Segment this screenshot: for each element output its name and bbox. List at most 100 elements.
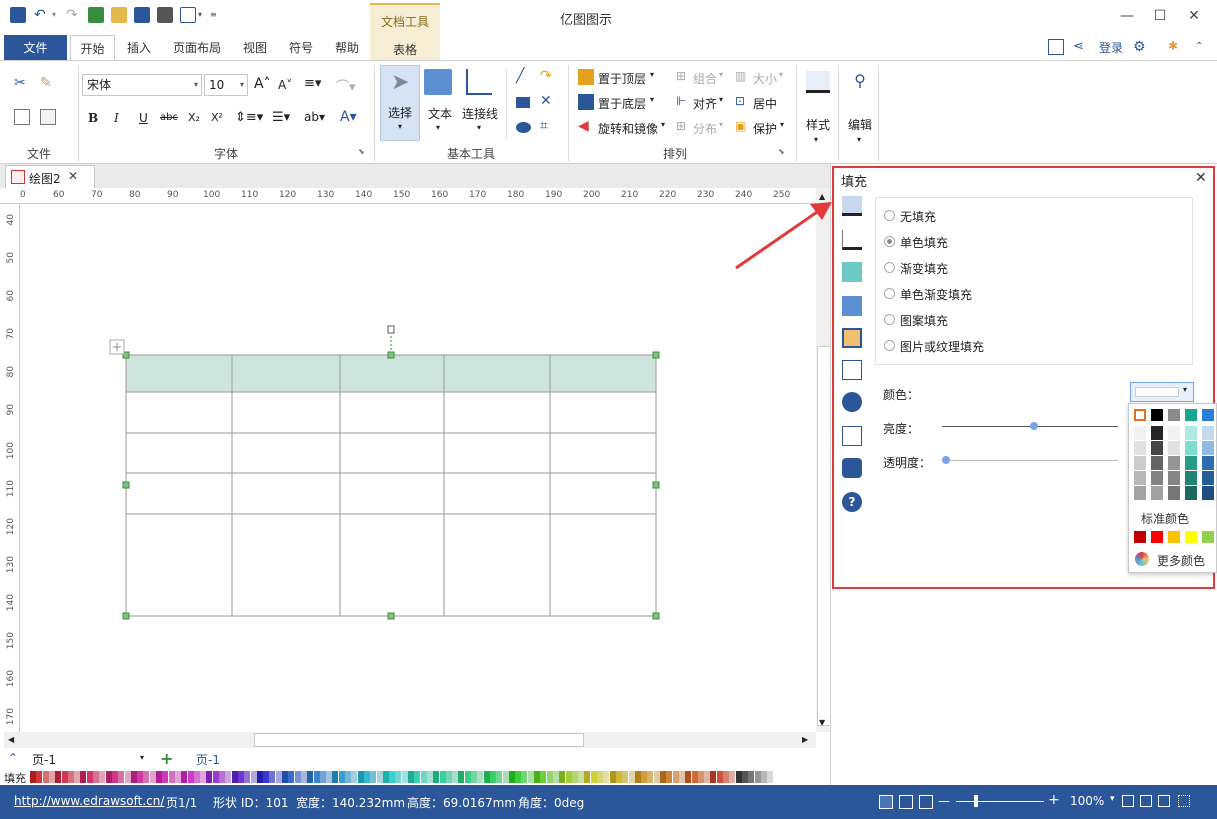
tab-symbols[interactable]: 符号 — [280, 35, 322, 61]
size-button[interactable]: 大小 — [753, 70, 777, 87]
rectangle-tool-icon[interactable] — [516, 97, 530, 108]
text-tool-label[interactable]: 文本 — [428, 105, 452, 122]
palette-swatch[interactable] — [672, 771, 679, 783]
current-page-tab[interactable]: 页-1 — [196, 751, 220, 768]
grow-font-icon[interactable]: A˄ — [254, 76, 271, 92]
palette-swatch[interactable] — [263, 771, 270, 783]
palette-swatch[interactable] — [93, 771, 99, 783]
close-tab-icon[interactable]: ✕ — [68, 169, 78, 183]
palette-swatch[interactable] — [395, 771, 402, 783]
palette-swatch[interactable] — [67, 771, 74, 783]
option-picture-fill[interactable]: 图片或纹理填充 — [900, 338, 984, 355]
align-button[interactable]: 对齐 — [693, 95, 717, 112]
shade-swatch[interactable] — [1185, 456, 1197, 470]
palette-swatch[interactable] — [685, 771, 692, 783]
palette-swatch[interactable] — [433, 771, 440, 783]
palette-swatch[interactable] — [609, 771, 616, 783]
vertical-scroll-thumb[interactable] — [817, 346, 831, 726]
document-tab[interactable]: 绘图2 ✕ — [5, 165, 95, 189]
palette-swatch[interactable] — [187, 771, 194, 783]
share-screen-icon[interactable] — [1048, 39, 1064, 55]
palette-swatch[interactable] — [256, 771, 263, 783]
palette-swatch[interactable] — [143, 771, 150, 783]
close-window-button[interactable]: ✕ — [1183, 6, 1205, 26]
palette-swatch[interactable] — [351, 771, 358, 783]
send-back-dropdown-icon[interactable]: ▾ — [650, 95, 654, 104]
lock-icon[interactable]: ▣ — [735, 119, 746, 133]
crop-tool-icon[interactable]: ⌗ — [540, 118, 548, 134]
palette-swatch[interactable] — [275, 771, 282, 783]
edit-button[interactable]: 编辑 — [848, 116, 872, 133]
palette-swatch[interactable] — [691, 771, 698, 783]
shade-swatch[interactable] — [1168, 471, 1180, 485]
line-tool-icon[interactable]: ╱ — [516, 68, 524, 84]
strikethrough-icon[interactable]: abc — [160, 112, 178, 123]
style-button[interactable]: 样式 — [806, 116, 830, 133]
option-single-gradient-fill[interactable]: 单色渐变填充 — [900, 286, 972, 303]
palette-swatch[interactable] — [174, 771, 181, 783]
shade-swatch[interactable] — [1151, 486, 1163, 500]
distribute-button[interactable]: 分布 — [693, 120, 717, 137]
page-view-icon[interactable] — [899, 795, 913, 809]
connector-tool-label[interactable]: 连接线 — [462, 105, 498, 122]
fill-icon[interactable] — [842, 196, 862, 216]
palette-swatch[interactable] — [111, 771, 118, 783]
tab-page-layout[interactable]: 页面布局 — [165, 35, 229, 61]
palette-swatch[interactable] — [326, 771, 333, 783]
palette-swatch[interactable] — [552, 771, 559, 783]
palette-swatch[interactable] — [200, 771, 207, 783]
distribute-dropdown-icon[interactable]: ▾ — [719, 120, 723, 129]
palette-swatch[interactable] — [559, 771, 566, 783]
distribute-icon[interactable]: ⊞ — [676, 119, 686, 133]
palette-swatch[interactable] — [597, 771, 603, 783]
shade-swatch[interactable] — [1185, 426, 1197, 440]
login-link[interactable]: 登录 — [1096, 35, 1126, 61]
scroll-left-icon[interactable]: ◀ — [8, 735, 14, 744]
font-dialog-launcher-icon[interactable]: ⬊ — [358, 147, 365, 156]
option-solid-fill[interactable]: 单色填充 — [900, 234, 948, 251]
transparency-slider[interactable] — [942, 460, 1118, 461]
palette-swatch[interactable] — [36, 771, 43, 783]
presentation-view-icon[interactable] — [919, 795, 933, 809]
palette-swatch[interactable] — [660, 771, 666, 783]
zoom-slider-knob[interactable] — [974, 795, 978, 807]
palette-swatch[interactable] — [496, 771, 503, 783]
size-dropdown-icon[interactable]: ▾ — [779, 70, 783, 79]
palette-swatch[interactable] — [534, 771, 540, 783]
palette-swatch[interactable] — [74, 771, 81, 783]
palette-swatch[interactable] — [168, 771, 175, 783]
swatch-dark-red[interactable] — [1134, 531, 1146, 543]
shade-swatch[interactable] — [1151, 426, 1163, 440]
palette-swatch[interactable] — [426, 771, 433, 783]
palette-swatch[interactable] — [212, 771, 219, 783]
bring-front-button[interactable]: 置于顶层 — [598, 70, 646, 87]
palette-swatch[interactable] — [300, 771, 307, 783]
bring-front-dropdown-icon[interactable]: ▾ — [650, 70, 654, 79]
palette-swatch[interactable] — [735, 771, 742, 783]
palette-swatch[interactable] — [546, 771, 553, 783]
tab-help[interactable]: 帮助 — [326, 35, 368, 61]
palette-swatch[interactable] — [244, 771, 251, 783]
swatch-blue[interactable] — [1202, 409, 1214, 421]
palette-swatch[interactable] — [502, 771, 509, 783]
rotate-mirror-button[interactable]: 旋转和镜像 — [598, 120, 658, 137]
scroll-right-icon[interactable]: ▶ — [802, 735, 808, 744]
swatch-teal[interactable] — [1185, 409, 1197, 421]
swatch-red[interactable] — [1151, 531, 1163, 543]
format-painter-icon[interactable]: ✎ — [40, 75, 56, 91]
swatch-orange[interactable] — [1168, 531, 1180, 543]
radio-no-fill[interactable] — [884, 210, 895, 221]
group-icon[interactable]: ⊞ — [676, 69, 686, 83]
undo-icon[interactable]: ↶ — [34, 7, 50, 23]
shrink-font-icon[interactable]: A˅ — [278, 78, 292, 92]
fit-page-icon[interactable] — [1122, 795, 1134, 807]
collapse-ribbon-icon[interactable]: ⌃ — [1195, 39, 1211, 55]
arc-tool-icon[interactable]: ↷ — [540, 68, 552, 84]
shade-swatch[interactable] — [1168, 456, 1180, 470]
palette-swatch[interactable] — [389, 771, 396, 783]
palette-swatch[interactable] — [357, 771, 364, 783]
rotate-dropdown-icon[interactable]: ▾ — [661, 120, 665, 129]
shade-swatch[interactable] — [1134, 471, 1146, 485]
palette-swatch[interactable] — [741, 771, 748, 783]
subscript-icon[interactable]: X₂ — [188, 111, 200, 124]
